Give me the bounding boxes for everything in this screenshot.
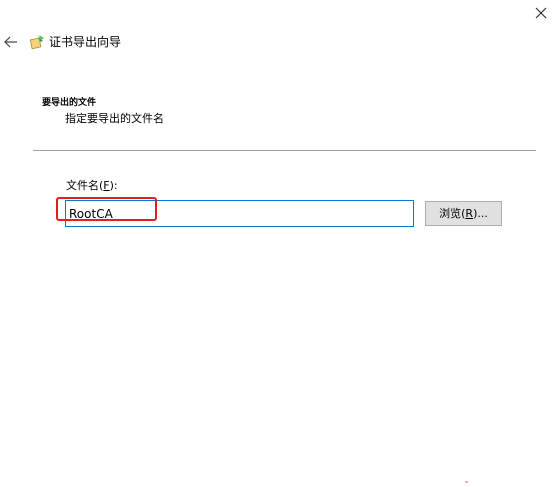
section-heading: 要导出的文件: [42, 98, 97, 108]
back-button[interactable]: [3, 34, 19, 50]
certificate-export-wizard-window: 证书导出向导 要导出的文件 指定要导出的文件名 文件名(F): 浏览(R)...: [0, 0, 554, 487]
certificate-wizard-icon: [29, 34, 45, 50]
file-name-input[interactable]: [65, 200, 414, 227]
decorative-speck: [465, 481, 468, 483]
section-description: 指定要导出的文件名: [65, 112, 164, 125]
close-icon: [535, 7, 547, 19]
browse-label-prefix: 浏览(: [439, 207, 466, 220]
browse-button[interactable]: 浏览(R)...: [425, 201, 502, 226]
back-arrow-icon: [4, 36, 17, 48]
browse-label-accelerator: R: [465, 207, 474, 220]
file-name-label-suffix: ):: [109, 179, 118, 192]
file-name-label: 文件名(F):: [66, 179, 118, 193]
browse-label-suffix: )...: [473, 207, 488, 220]
file-name-label-prefix: 文件名(: [66, 179, 104, 192]
header-divider: [33, 150, 536, 151]
wizard-title: 证书导出向导: [49, 35, 122, 49]
close-button[interactable]: [532, 4, 550, 22]
